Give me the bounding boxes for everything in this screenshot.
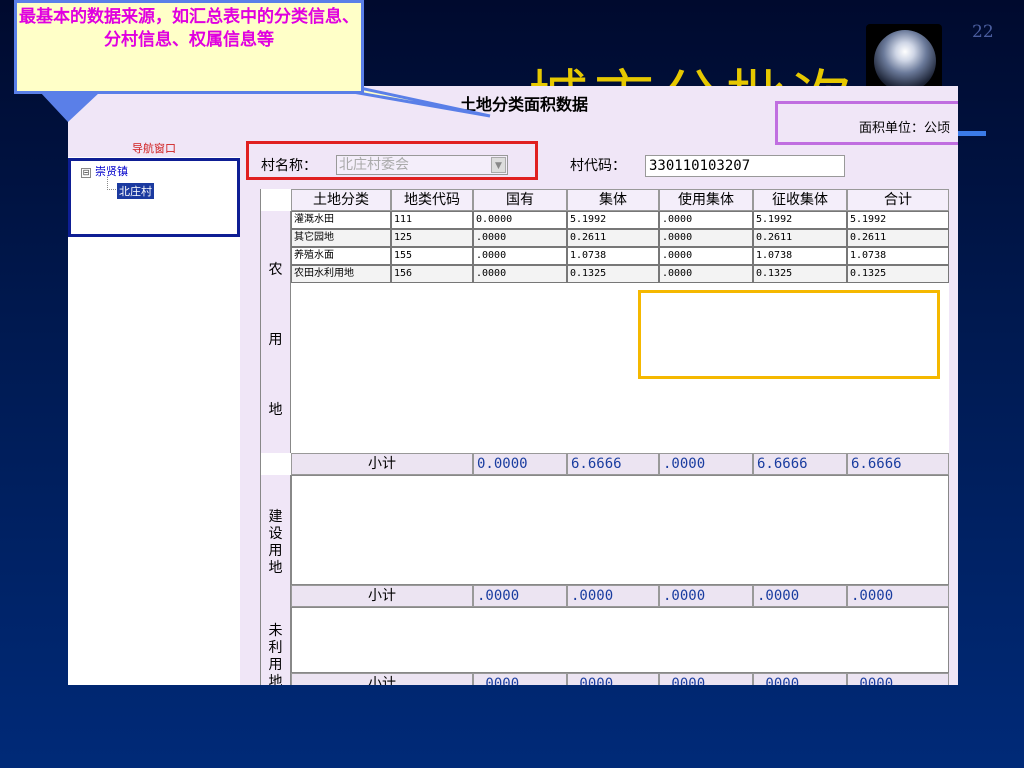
callout-pointer xyxy=(40,86,491,122)
callout-tail-left xyxy=(40,92,100,122)
callout-note: 最基本的数据来源，如汇总表中的分类信息、分村信息、权属信息等 xyxy=(14,0,364,94)
